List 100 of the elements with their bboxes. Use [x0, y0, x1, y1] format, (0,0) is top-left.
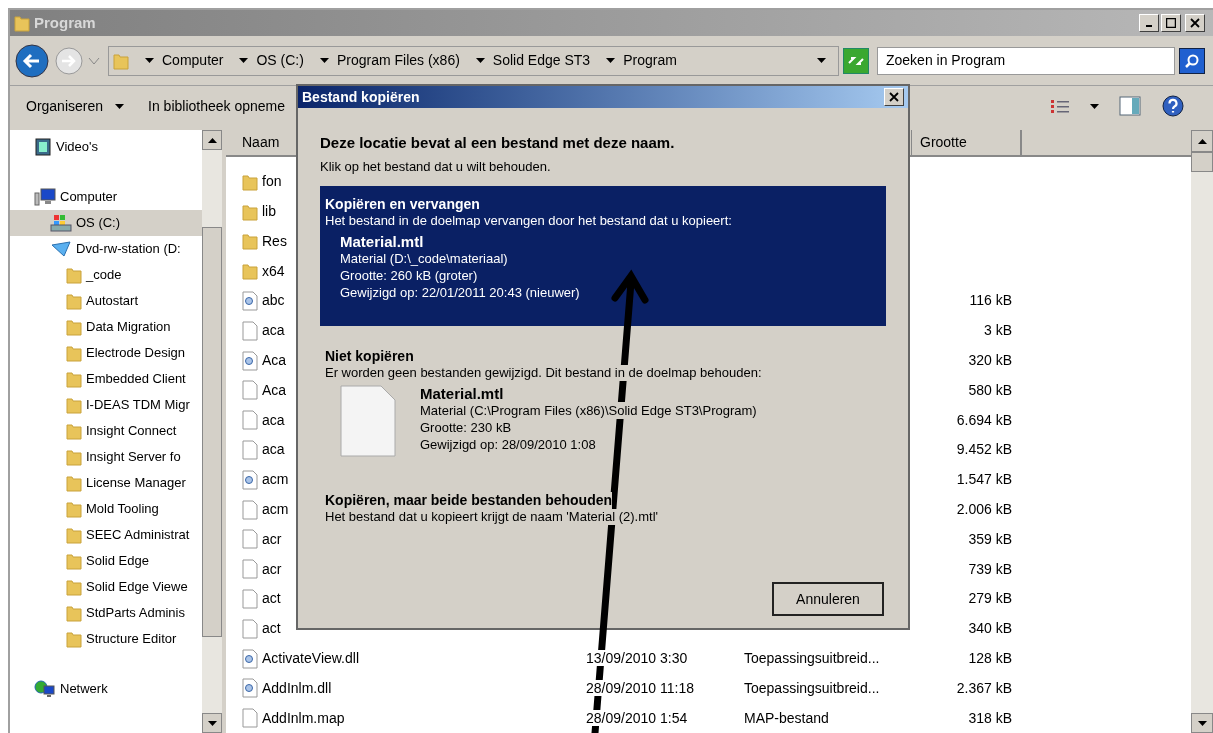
- file-icon: [242, 588, 258, 609]
- file-name[interactable]: act: [262, 618, 281, 640]
- caret-icon: [115, 103, 125, 109]
- nav-item[interactable]: Autostart: [10, 288, 202, 314]
- refresh-button[interactable]: [843, 47, 869, 74]
- nav-label: StdParts Adminis: [86, 604, 185, 623]
- nav-label: Computer: [60, 188, 118, 207]
- folder-icon: [66, 448, 82, 466]
- file-size: 6.694 kB: [955, 410, 1012, 430]
- file-name[interactable]: acm: [262, 469, 289, 491]
- file-name[interactable]: acr: [262, 558, 282, 580]
- file-name[interactable]: Aca: [262, 350, 287, 372]
- nav-item[interactable]: StdParts Adminis: [10, 600, 202, 626]
- nav-item[interactable]: Insight Connect: [10, 418, 202, 444]
- scrollbar[interactable]: [1191, 130, 1213, 733]
- preview-pane-icon[interactable]: [1119, 96, 1141, 116]
- file-name[interactable]: Res: [262, 230, 287, 252]
- nav-item[interactable]: Embedded Client: [10, 366, 202, 392]
- file-name[interactable]: abc: [262, 290, 285, 312]
- toolbar-button[interactable]: In bibliotheek opneme: [148, 95, 286, 117]
- minimize-button[interactable]: [1139, 14, 1159, 32]
- file-size: 340 kB: [967, 619, 1012, 639]
- nav-item[interactable]: Video's: [10, 134, 202, 160]
- folder-icon: [242, 172, 258, 191]
- nav-label: License Manager: [86, 474, 186, 493]
- search-field[interactable]: Zoeken in Program: [877, 46, 1175, 75]
- breadcrumb[interactable]: Program: [623, 50, 677, 71]
- nav-item[interactable]: Data Migration: [10, 314, 202, 340]
- column-header[interactable]: Grootte: [912, 130, 1022, 155]
- file-name[interactable]: Aca: [262, 379, 287, 401]
- nav-item[interactable]: OS (C:): [10, 210, 202, 236]
- file-name[interactable]: AddInlm.map: [262, 707, 345, 729]
- choice-option[interactable]: Kopiëren en vervangen Het bestand in de doelmap vervangen door het bestand dat u kopieert: Material.mtl Material (D:\_code\materiaal) Grootte: 260 kB (groter) Gewijzigd op: 22/01/2011 20:43 (nieuwer): [320, 186, 886, 326]
- close-icon: [889, 92, 899, 102]
- view-list-icon[interactable]: [1050, 98, 1070, 114]
- scroll-up-icon[interactable]: [207, 137, 217, 143]
- nav-item[interactable]: Solid Edge Viewe: [10, 574, 202, 600]
- nav-item[interactable]: Computer: [10, 184, 202, 210]
- file-name[interactable]: AddInlm.dll: [262, 677, 332, 699]
- close-button[interactable]: [884, 88, 904, 106]
- file-name[interactable]: lib: [262, 201, 276, 223]
- scroll-up-icon[interactable]: [1197, 138, 1207, 144]
- nav-label: _code: [86, 266, 122, 285]
- search-input[interactable]: Zoeken in Program: [886, 50, 1166, 71]
- file-name[interactable]: act: [262, 588, 281, 610]
- maximize-button[interactable]: [1161, 14, 1181, 32]
- file-type: Toepassingsuitbreid...: [744, 649, 881, 668]
- nav-item[interactable]: I-DEAS TDM Migr: [10, 392, 202, 418]
- file-name[interactable]: aca: [262, 439, 285, 461]
- folder-icon: [66, 500, 82, 518]
- folder-icon: [66, 604, 82, 622]
- search-button[interactable]: [1179, 47, 1205, 74]
- nav-item[interactable]: License Manager: [10, 470, 202, 496]
- caret-icon: [319, 58, 329, 63]
- file-size: 580 kB: [967, 380, 1012, 400]
- nav-item[interactable]: Dvd-rw-station (D:: [10, 236, 202, 262]
- close-button[interactable]: [1185, 14, 1205, 32]
- nav-item[interactable]: Netwerk: [10, 676, 202, 702]
- folder-icon: [66, 578, 82, 596]
- nav-item[interactable]: Structure Editor: [10, 626, 202, 652]
- folder-icon: [66, 552, 82, 570]
- back-button[interactable]: [14, 42, 50, 79]
- nav-item[interactable]: Electrode Design: [10, 340, 202, 366]
- file-name[interactable]: fon: [262, 171, 282, 193]
- file-name[interactable]: aca: [262, 409, 285, 431]
- nav-label: Embedded Client: [86, 370, 186, 389]
- computer-icon: [34, 188, 56, 206]
- help-icon[interactable]: [1161, 94, 1185, 118]
- toolbar-button[interactable]: Organiseren: [26, 95, 125, 117]
- breadcrumb[interactable]: Computer: [162, 50, 224, 71]
- nav-item[interactable]: Mold Tooling: [10, 496, 202, 522]
- file-name[interactable]: ActivateView.dll: [262, 648, 359, 669]
- breadcrumb[interactable]: OS (C:): [256, 50, 304, 71]
- nav-label: I-DEAS TDM Migr: [86, 396, 190, 415]
- folder-icon: [66, 370, 82, 388]
- file-name[interactable]: aca: [262, 320, 285, 342]
- file-name[interactable]: acr: [262, 528, 282, 550]
- scrollbar-thumb[interactable]: [1191, 152, 1213, 172]
- file-name[interactable]: x64: [262, 260, 285, 282]
- scrollbar-thumb[interactable]: [202, 226, 222, 637]
- address-bar[interactable]: Computer OS (C:) Program Files (x86) Solid Edge ST3 Program: [108, 45, 839, 76]
- folder-icon: [66, 396, 82, 414]
- nav-item[interactable]: Solid Edge: [10, 548, 202, 574]
- scroll-down-icon[interactable]: [1197, 720, 1207, 726]
- choice-option[interactable]: Kopiëren, maar beide bestanden behouden Het bestand dat u kopieert krijgt de naam 'Material (2).mtl': [320, 482, 886, 562]
- nav-item[interactable]: _code: [10, 262, 202, 288]
- nav-item[interactable]: Insight Server fo: [10, 444, 202, 470]
- breadcrumb[interactable]: Program Files (x86): [336, 50, 460, 71]
- caret-icon: [606, 58, 616, 63]
- breadcrumb[interactable]: Solid Edge ST3: [492, 50, 591, 71]
- minimize-icon: [1146, 25, 1152, 27]
- nav-item[interactable]: SEEC Administrat: [10, 522, 202, 548]
- nav-label: Structure Editor: [86, 630, 177, 649]
- file-name[interactable]: acm: [262, 499, 289, 520]
- option-description: Het bestand dat u kopieert krijgt de naam 'Material (2).mtl': [325, 509, 658, 525]
- scrollbar[interactable]: [202, 130, 222, 733]
- file-type: Toepassingsuitbreid...: [744, 678, 881, 698]
- nav-label: Solid Edge Viewe: [86, 578, 188, 597]
- scroll-down-icon[interactable]: [207, 720, 217, 726]
- cancel-button[interactable]: Annuleren: [772, 582, 884, 616]
